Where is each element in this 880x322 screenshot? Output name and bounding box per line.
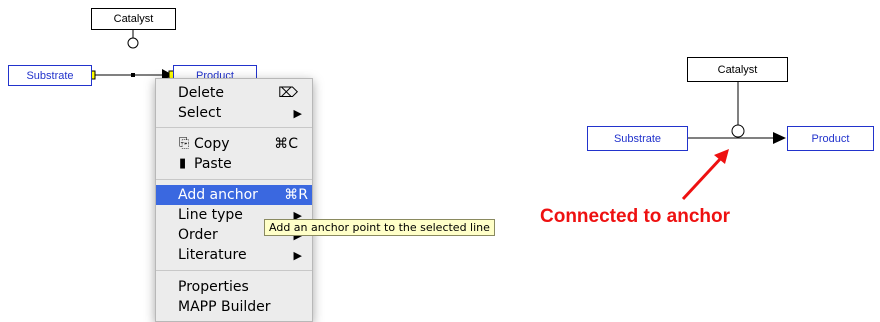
left-catalyst-node[interactable]: Catalyst (91, 8, 176, 30)
context-menu: Delete ⌦ Select ▶ ⎘ Copy ⌘C ▮ Paste Add … (155, 78, 313, 322)
annotation-text: Connected to anchor (540, 206, 731, 227)
menu-item-order-label: Order (178, 227, 218, 243)
menu-separator (156, 127, 312, 128)
delete-forward-icon: ⌦ (278, 85, 298, 101)
menu-item-paste[interactable]: ▮ Paste (156, 154, 312, 174)
menu-item-literature[interactable]: Literature ▶ (156, 245, 312, 265)
right-catalyst-node: Catalyst (687, 57, 788, 82)
clipboard-icon: ▮ (179, 156, 187, 171)
left-substrate-label: Substrate (26, 69, 74, 82)
right-substrate-node: Substrate (587, 126, 688, 151)
add-anchor-tooltip: Add an anchor point to the selected line (264, 219, 495, 236)
submenu-arrow-icon: ▶ (293, 249, 302, 262)
menu-item-copy-shortcut: ⌘C (274, 136, 298, 152)
menu-item-add-anchor-shortcut: ⌘R (284, 187, 308, 203)
menu-item-select[interactable]: Select ▶ (156, 103, 312, 123)
left-line-midpoint-handle[interactable] (131, 73, 135, 77)
right-catalyst-label: Catalyst (717, 63, 758, 76)
right-anchor-circle (731, 124, 745, 138)
menu-item-mapp-builder-label: MAPP Builder (178, 299, 271, 315)
right-product-label: Product (811, 132, 850, 145)
menu-item-select-label: Select (178, 105, 222, 121)
menu-item-add-anchor[interactable]: Add anchor ⌘R (156, 185, 312, 205)
annotation-arrow-line (681, 155, 724, 201)
menu-separator (156, 179, 312, 180)
menu-item-properties[interactable]: Properties (156, 277, 312, 297)
menu-item-copy-label: Copy (194, 136, 230, 152)
menu-item-properties-label: Properties (178, 279, 249, 295)
menu-separator (156, 270, 312, 271)
menu-item-mapp-builder[interactable]: MAPP Builder (156, 297, 312, 317)
diagram-canvas (86, 30, 786, 201)
right-arrowhead (773, 132, 786, 144)
menu-item-line-type-label: Line type (178, 207, 243, 223)
menu-item-paste-label: Paste (194, 156, 232, 172)
left-substrate-node[interactable]: Substrate (8, 65, 92, 86)
right-substrate-label: Substrate (613, 132, 662, 145)
left-catalyst-label: Catalyst (113, 13, 154, 25)
submenu-arrow-icon: ▶ (293, 107, 302, 120)
menu-item-delete-label: Delete (178, 85, 224, 101)
menu-item-delete[interactable]: Delete ⌦ (156, 83, 312, 103)
menu-item-copy[interactable]: ⎘ Copy ⌘C (156, 134, 312, 154)
copy-icon: ⎘ (179, 136, 190, 151)
menu-item-literature-label: Literature (178, 247, 247, 263)
menu-item-add-anchor-label: Add anchor (178, 187, 258, 203)
left-catalysis-circle-endpoint (127, 37, 139, 49)
right-product-node: Product (787, 126, 874, 151)
